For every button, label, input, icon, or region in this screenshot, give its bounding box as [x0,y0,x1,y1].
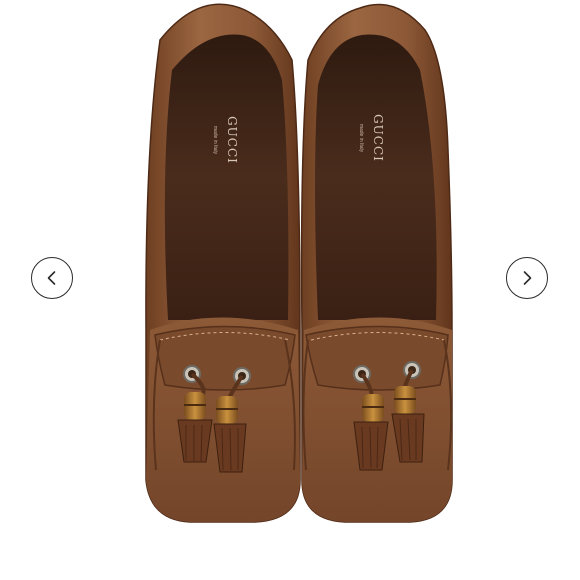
svg-text:made in Italy: made in Italy [212,126,218,155]
next-image-button[interactable] [506,257,548,299]
svg-text:made in Italy: made in Italy [358,124,364,153]
chevron-left-icon [47,271,56,285]
svg-text:GUCCI: GUCCI [371,114,385,162]
image-viewer: GUCCI made in Italy GUCCI made in Italy [0,0,580,580]
chevron-right-icon [523,271,532,285]
product-photo: GUCCI made in Italy GUCCI made in Italy [145,3,453,523]
prev-image-button[interactable] [31,257,73,299]
svg-text:GUCCI: GUCCI [225,116,239,164]
right-shoe: GUCCI made in Italy [300,3,453,523]
left-shoe: GUCCI made in Italy [145,3,301,523]
